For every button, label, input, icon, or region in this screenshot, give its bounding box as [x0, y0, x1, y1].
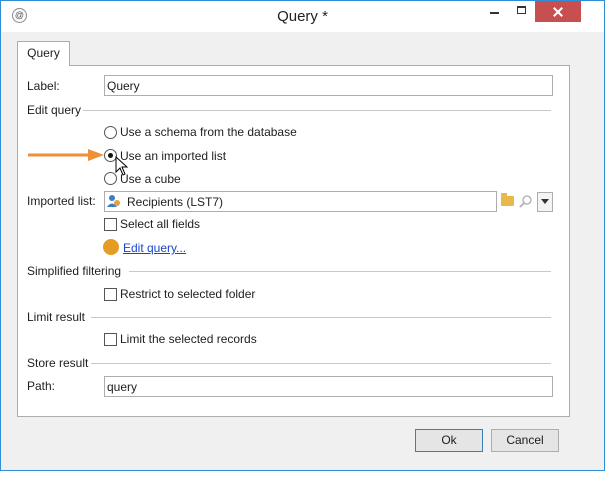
mouse-cursor-icon: [115, 156, 129, 176]
path-input[interactable]: query: [104, 376, 553, 397]
label-field-label: Label:: [27, 79, 60, 93]
path-label: Path:: [27, 379, 56, 393]
folder-icon[interactable]: [501, 193, 514, 206]
ok-button-label: Ok: [441, 433, 457, 447]
radio-cube-label[interactable]: Use a cube: [120, 172, 181, 186]
label-input[interactable]: Query: [104, 75, 553, 96]
tab-query[interactable]: Query: [17, 41, 70, 66]
limit-records-checkbox[interactable]: [104, 333, 117, 346]
cancel-button-label: Cancel: [506, 433, 544, 447]
title-bar[interactable]: @ Query *: [1, 1, 604, 32]
imported-list-value: Recipients (LST7): [127, 195, 224, 209]
orange-arrow-icon: [28, 149, 104, 161]
select-all-fields-checkbox[interactable]: [104, 218, 117, 231]
section-divider: [129, 271, 551, 272]
section-divider: [91, 363, 551, 364]
chevron-down-icon: [541, 199, 549, 204]
edit-query-icon: [103, 239, 119, 255]
section-divider: [83, 110, 551, 111]
imported-list-combo[interactable]: Recipients (LST7): [104, 191, 497, 212]
query-panel: [17, 65, 570, 417]
ok-button[interactable]: Ok: [415, 429, 483, 452]
radio-schema-from-database[interactable]: [104, 126, 117, 139]
radio-imported-list-label[interactable]: Use an imported list: [120, 149, 226, 163]
limit-records-label[interactable]: Limit the selected records: [120, 332, 257, 346]
section-simplified-filtering: Simplified filtering: [27, 264, 122, 278]
dialog-window: @ Query * Query Label: Query Edit query …: [0, 0, 605, 471]
section-store-result: Store result: [27, 356, 89, 370]
cancel-button[interactable]: Cancel: [491, 429, 559, 452]
radio-schema-label[interactable]: Use a schema from the database: [120, 125, 297, 139]
minimize-button[interactable]: [481, 1, 508, 22]
magnifier-icon[interactable]: [519, 194, 533, 208]
recipients-icon: [107, 195, 120, 207]
restrict-folder-label[interactable]: Restrict to selected folder: [120, 287, 255, 301]
maximize-button[interactable]: [508, 1, 535, 22]
edit-query-link[interactable]: Edit query...: [123, 241, 186, 255]
section-limit-result: Limit result: [27, 310, 86, 324]
imported-list-dropdown-button[interactable]: [537, 192, 553, 212]
imported-list-label: Imported list:: [27, 194, 96, 208]
restrict-folder-checkbox[interactable]: [104, 288, 117, 301]
select-all-fields-label[interactable]: Select all fields: [120, 217, 200, 231]
close-button[interactable]: [535, 1, 581, 22]
section-divider: [91, 317, 551, 318]
section-edit-query: Edit query: [27, 103, 82, 117]
